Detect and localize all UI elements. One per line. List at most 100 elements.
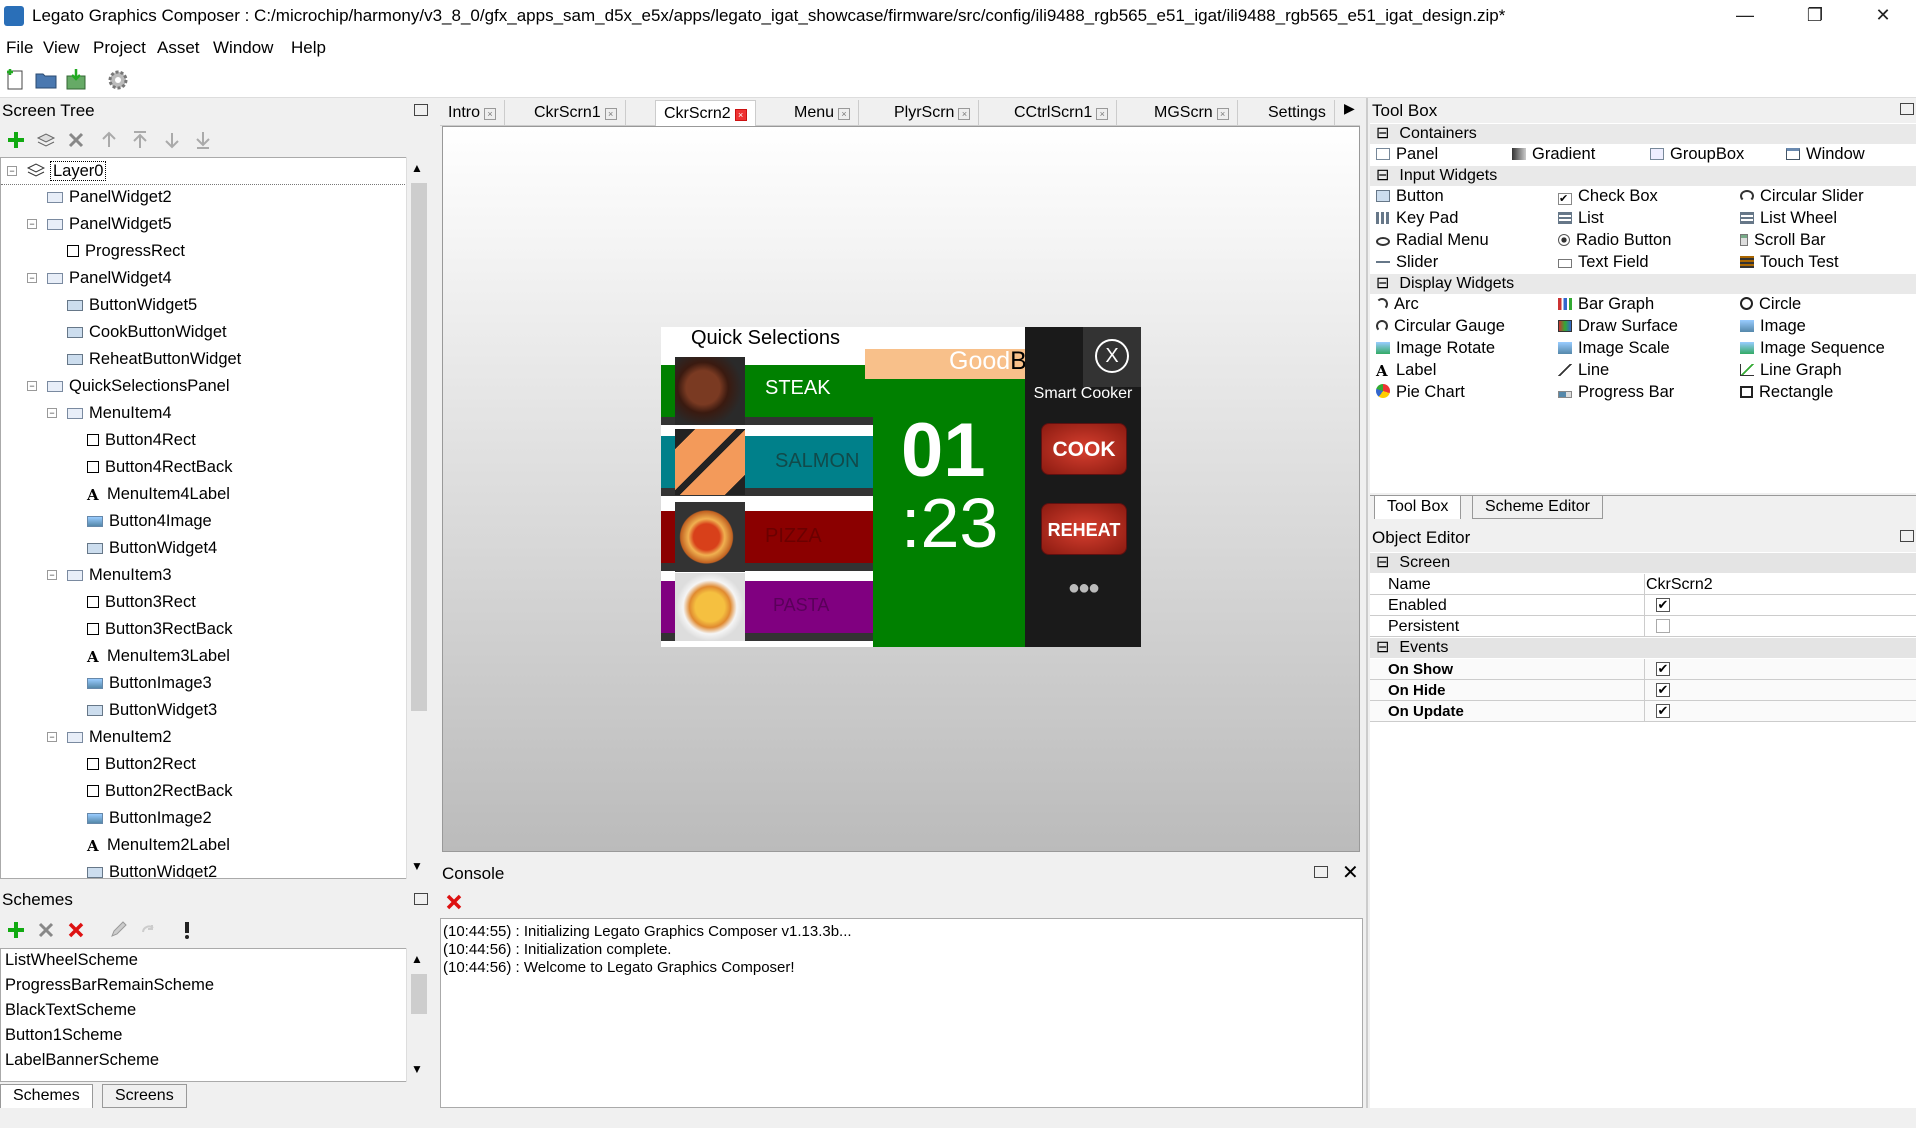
tab-scheme-editor[interactable]: Scheme Editor (1472, 495, 1603, 519)
save-project-icon[interactable] (64, 68, 88, 92)
tab-settings[interactable]: Settings (1260, 100, 1335, 126)
device-screen-preview[interactable]: Quick Selections STEAK SALMON PIZZA PAST… (661, 327, 1141, 647)
tool-image-rotate[interactable]: Image Rotate (1376, 339, 1495, 358)
scheme-item[interactable]: BlackTextScheme (5, 1001, 136, 1020)
close-tab-icon[interactable]: × (838, 108, 851, 120)
undock-object-editor-icon[interactable] (1900, 530, 1914, 542)
tool-image[interactable]: Image (1740, 317, 1806, 336)
close-window-button[interactable]: ✕ (1854, 0, 1912, 32)
tool-line-graph[interactable]: Line Graph (1740, 361, 1842, 380)
tool-button[interactable]: Button (1376, 187, 1444, 206)
tree-node[interactable]: PanelWidget2 (47, 186, 172, 208)
on-hide-checkbox[interactable]: ✔ (1656, 683, 1670, 697)
tool-list-wheel[interactable]: List Wheel (1740, 209, 1837, 228)
undock-schemes-icon[interactable] (414, 893, 428, 905)
tool-progress-bar[interactable]: Progress Bar (1558, 383, 1674, 402)
tree-node[interactable]: Button4RectBack (87, 456, 233, 478)
move-up-icon[interactable] (100, 130, 118, 150)
screen-tree-scrollbar[interactable]: ▲ ▼ (406, 157, 430, 879)
close-tab-icon[interactable]: × (1216, 108, 1229, 120)
tree-node[interactable]: Button2RectBack (87, 780, 233, 802)
tree-node[interactable]: ButtonWidget3 (87, 699, 217, 721)
delete-scheme-icon[interactable] (66, 920, 86, 940)
menu-window[interactable]: Window (213, 38, 273, 58)
tool-pie-chart[interactable]: Pie Chart (1376, 383, 1465, 402)
tool-touch-test[interactable]: Touch Test (1740, 253, 1839, 272)
move-top-icon[interactable] (131, 130, 149, 150)
tool-panel[interactable]: Panel (1376, 145, 1438, 164)
open-project-icon[interactable] (34, 68, 58, 92)
add-icon[interactable] (6, 130, 26, 150)
tool-line[interactable]: Line (1558, 361, 1609, 380)
tree-node[interactable]: ButtonImage2 (87, 807, 212, 829)
remove-scheme-icon[interactable] (36, 920, 56, 940)
tree-node[interactable]: Button4Rect (87, 429, 196, 451)
tree-node[interactable]: CookButtonWidget (67, 321, 227, 343)
tree-node[interactable]: Button2Rect (87, 753, 196, 775)
tree-node[interactable]: ButtonWidget4 (87, 537, 217, 559)
tool-scroll-bar[interactable]: Scroll Bar (1740, 231, 1826, 250)
tool-radial-menu[interactable]: Radial Menu (1376, 231, 1489, 250)
settings-gear-icon[interactable] (106, 68, 130, 92)
minimize-button[interactable]: — (1716, 0, 1774, 32)
on-update-checkbox[interactable]: ✔ (1656, 704, 1670, 718)
persistent-checkbox[interactable] (1656, 619, 1670, 633)
tool-rectangle[interactable]: Rectangle (1740, 383, 1833, 402)
section-display-widgets[interactable]: ⊟ Display Widgets (1370, 274, 1916, 294)
tree-node[interactable]: − MenuItem4 (47, 402, 172, 424)
delete-icon[interactable] (66, 130, 86, 150)
tab-schemes[interactable]: Schemes (0, 1084, 93, 1108)
more-options-button[interactable]: ●●● (1025, 577, 1141, 600)
tab-screens[interactable]: Screens (102, 1084, 187, 1108)
close-tab-icon[interactable]: × (1096, 108, 1109, 120)
scroll-down-icon[interactable]: ▼ (411, 1062, 423, 1076)
close-tab-icon[interactable]: × (734, 109, 747, 121)
tree-node[interactable]: − PanelWidget5 (27, 213, 172, 235)
tree-node-layer0[interactable]: − Layer0 (7, 160, 107, 182)
tool-bar-graph[interactable]: Bar Graph (1558, 295, 1654, 314)
undock-screen-tree-icon[interactable] (414, 104, 428, 116)
tree-node[interactable]: ButtonImage3 (87, 672, 212, 694)
tree-node[interactable]: A MenuItem3Label (87, 645, 230, 667)
close-tab-icon[interactable]: × (484, 108, 497, 120)
tool-circular-slider[interactable]: Circular Slider (1740, 187, 1864, 206)
tab-mgscrn[interactable]: MGScrn × (1146, 100, 1238, 126)
tool-circle[interactable]: Circle (1740, 295, 1801, 314)
close-tab-icon[interactable]: × (958, 108, 971, 120)
on-show-checkbox[interactable]: ✔ (1656, 662, 1670, 676)
tool-text-field[interactable]: Text Field (1558, 253, 1649, 272)
menu-file[interactable]: File (6, 38, 33, 58)
scheme-item[interactable]: Button1Scheme (5, 1026, 122, 1045)
tab-plyrscrn[interactable]: PlyrScrn × (886, 100, 980, 126)
scroll-down-icon[interactable]: ▼ (411, 859, 423, 873)
tab-menu[interactable]: Menu × (786, 100, 860, 126)
tool-check-box[interactable]: ✔ Check Box (1558, 187, 1658, 206)
add-layer-icon[interactable] (36, 130, 56, 150)
tree-node[interactable]: A MenuItem2Label (87, 834, 230, 856)
tool-circular-gauge[interactable]: Circular Gauge (1376, 317, 1505, 336)
enabled-checkbox[interactable]: ✔ (1656, 598, 1670, 612)
tool-gradient[interactable]: Gradient (1512, 145, 1595, 164)
schemes-scrollbar[interactable]: ▲ ▼ (406, 948, 430, 1082)
warning-icon[interactable] (180, 920, 194, 940)
clear-console-icon[interactable] (444, 892, 464, 912)
tree-node[interactable]: ReheatButtonWidget (67, 348, 241, 370)
tree-node[interactable]: Button3RectBack (87, 618, 233, 640)
close-tab-icon[interactable]: × (604, 108, 617, 120)
menu-view[interactable]: View (43, 38, 80, 58)
tool-window[interactable]: Window (1786, 145, 1865, 164)
menu-help[interactable]: Help (291, 38, 326, 58)
tool-image-scale[interactable]: Image Scale (1558, 339, 1670, 358)
undock-toolbox-icon[interactable] (1900, 103, 1914, 115)
scroll-up-icon[interactable]: ▲ (411, 161, 423, 175)
scroll-thumb[interactable] (411, 183, 427, 711)
tree-node[interactable]: ProgressRect (67, 240, 185, 262)
tree-node[interactable]: Button4Image (87, 510, 212, 532)
move-bottom-icon[interactable] (194, 130, 212, 150)
tree-node[interactable]: ButtonWidget5 (67, 294, 197, 316)
tree-node[interactable]: A MenuItem4Label (87, 483, 230, 505)
reheat-button[interactable]: REHEAT (1041, 503, 1127, 555)
scroll-thumb[interactable] (411, 974, 427, 1014)
tab-ckrscrn2[interactable]: CkrScrn2 × (655, 100, 756, 126)
section-containers[interactable]: ⊟ Containers (1370, 124, 1916, 144)
